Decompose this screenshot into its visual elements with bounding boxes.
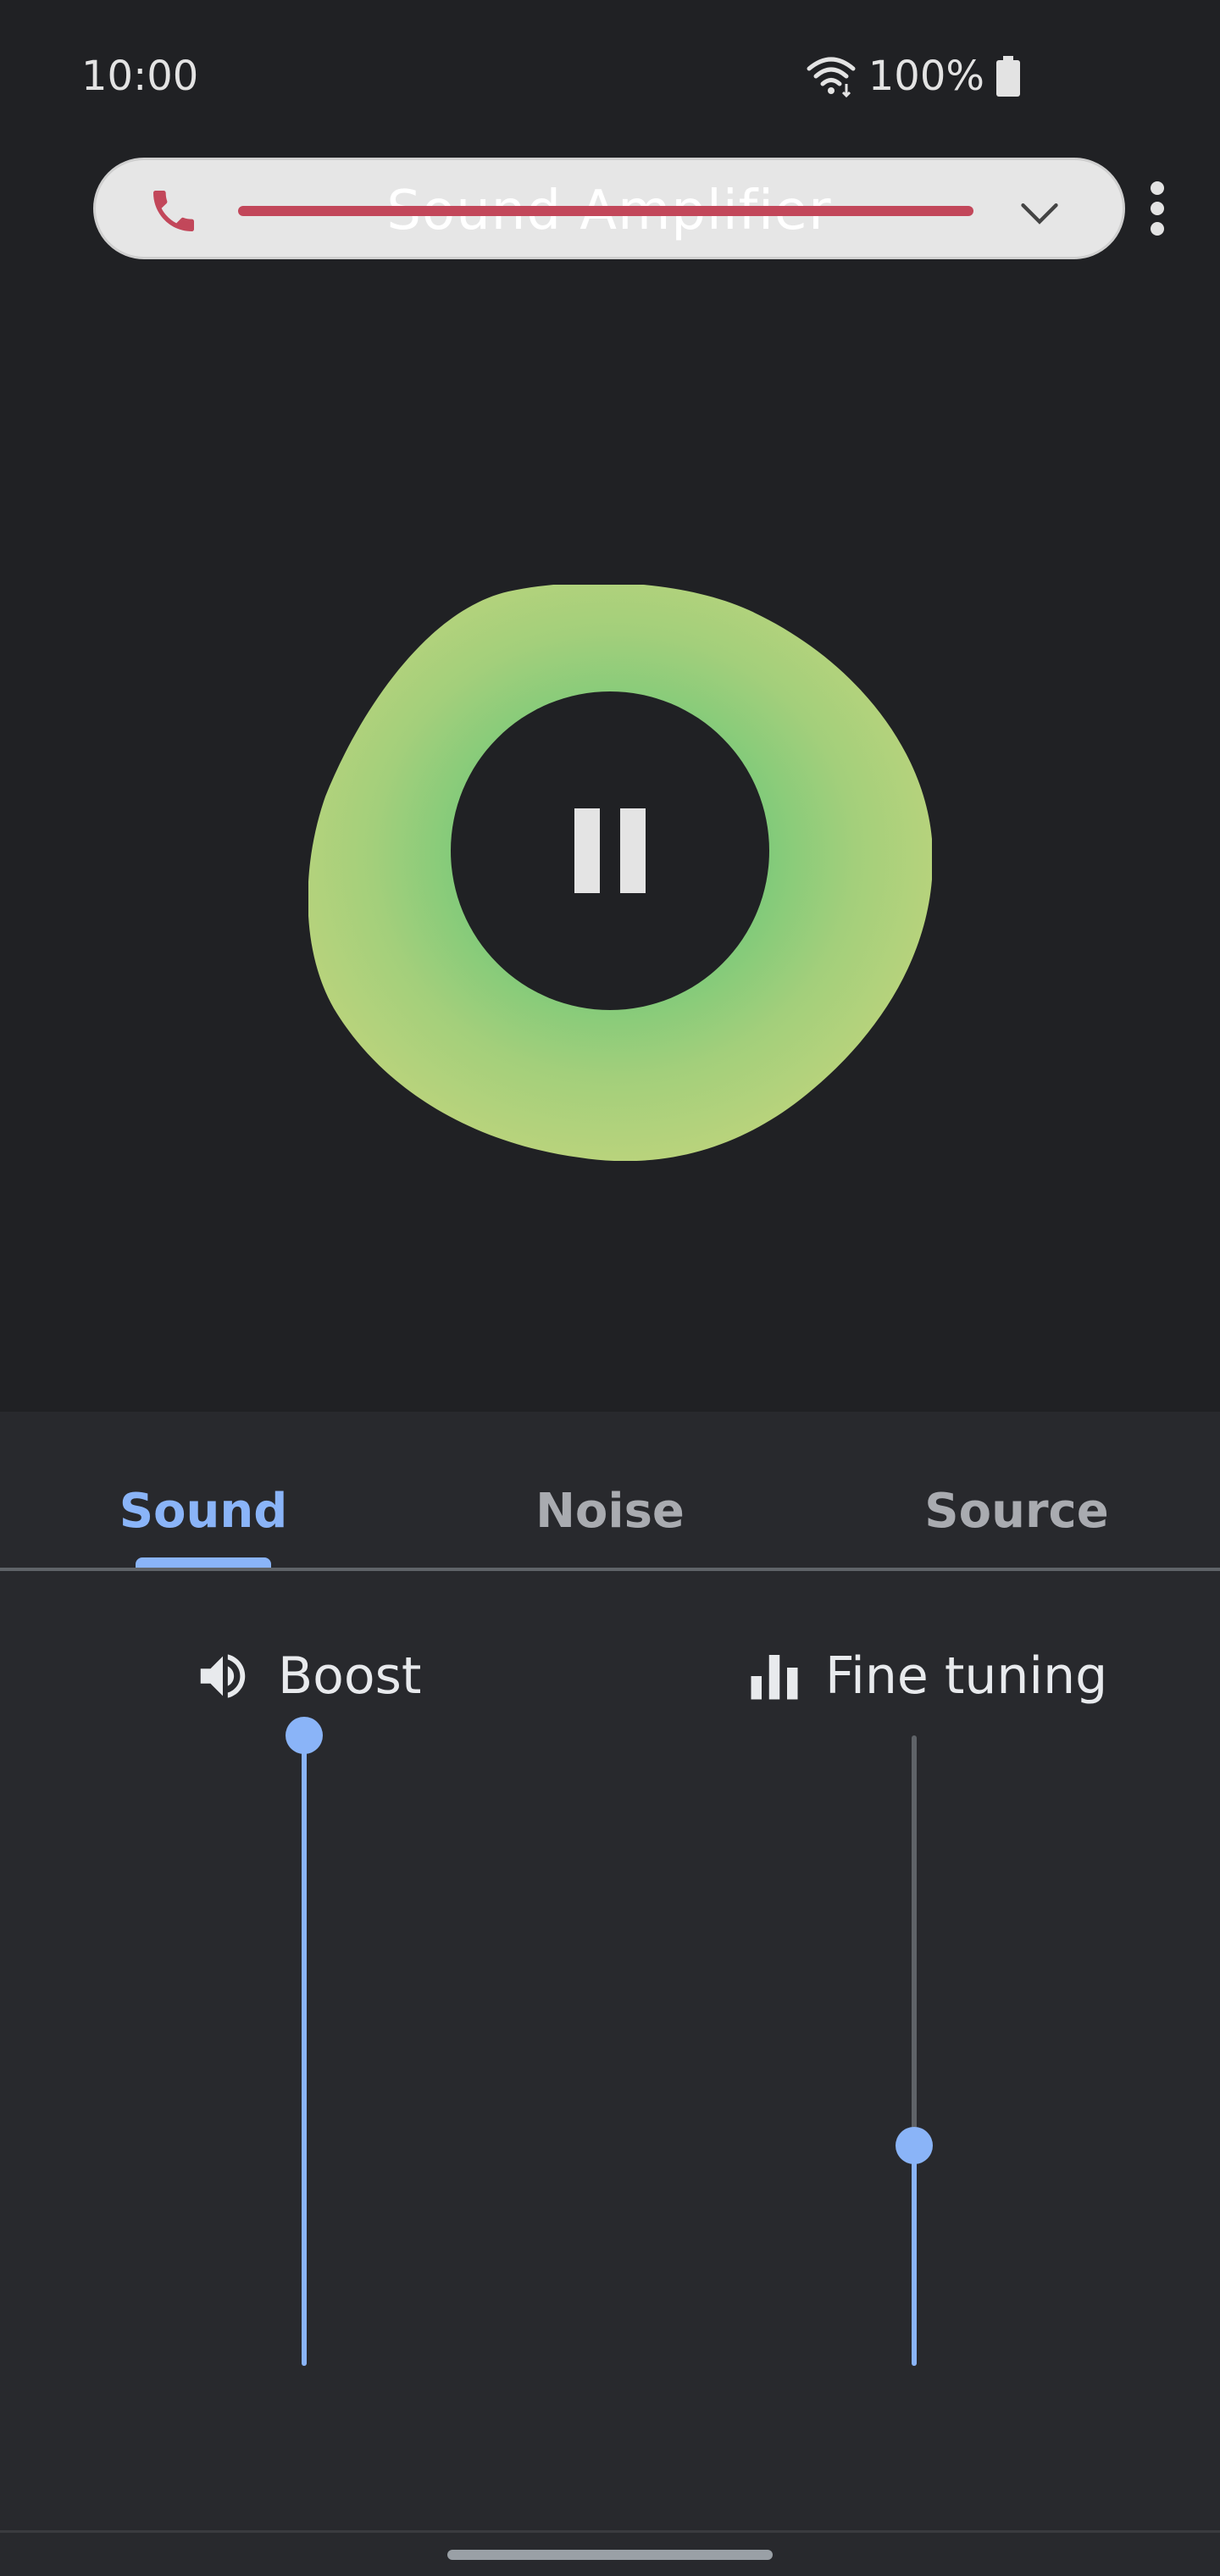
- fine-tuning-slider-thumb[interactable]: [896, 2126, 933, 2164]
- more-vertical-icon[interactable]: [1142, 178, 1173, 239]
- boost-label-text: Boost: [278, 1646, 422, 1706]
- nav-divider: [0, 2530, 1220, 2533]
- battery-percentage: 100%: [868, 53, 984, 100]
- status-bar: 10:00 100%: [0, 0, 1220, 153]
- settings-panel: Sound Noise Source Boost Fine tuning: [0, 1412, 1220, 2576]
- boost-label: Boost: [193, 1642, 421, 1710]
- tab-divider: [0, 1568, 1220, 1571]
- fine-tuning-label: Fine tuning: [749, 1642, 1107, 1710]
- tab-sound[interactable]: Sound: [93, 1481, 313, 1542]
- fine-tuning-slider-fill: [912, 2145, 917, 2366]
- status-icons: 100%: [806, 49, 1020, 103]
- boost-slider-fill: [302, 1735, 307, 2366]
- boost-slider-thumb[interactable]: [286, 1717, 323, 1754]
- title-bar[interactable]: Sound Amplifier: [93, 158, 1125, 259]
- tab-source[interactable]: Source: [907, 1481, 1127, 1542]
- home-indicator[interactable]: [447, 2550, 773, 2560]
- battery-icon: [996, 56, 1020, 97]
- title-strike-line: [238, 206, 973, 216]
- pause-icon-bar-right: [620, 808, 646, 893]
- volume-icon: [200, 1654, 246, 1698]
- chevron-down-icon[interactable]: [1018, 192, 1062, 236]
- pause-icon-bar-left: [574, 808, 600, 893]
- equalizer-icon: [751, 1655, 798, 1700]
- status-time: 10:00: [81, 53, 199, 100]
- wifi-icon: [807, 57, 856, 97]
- fine-tuning-label-text: Fine tuning: [825, 1646, 1108, 1706]
- pause-button[interactable]: [451, 691, 769, 1010]
- tab-noise[interactable]: Noise: [500, 1481, 720, 1542]
